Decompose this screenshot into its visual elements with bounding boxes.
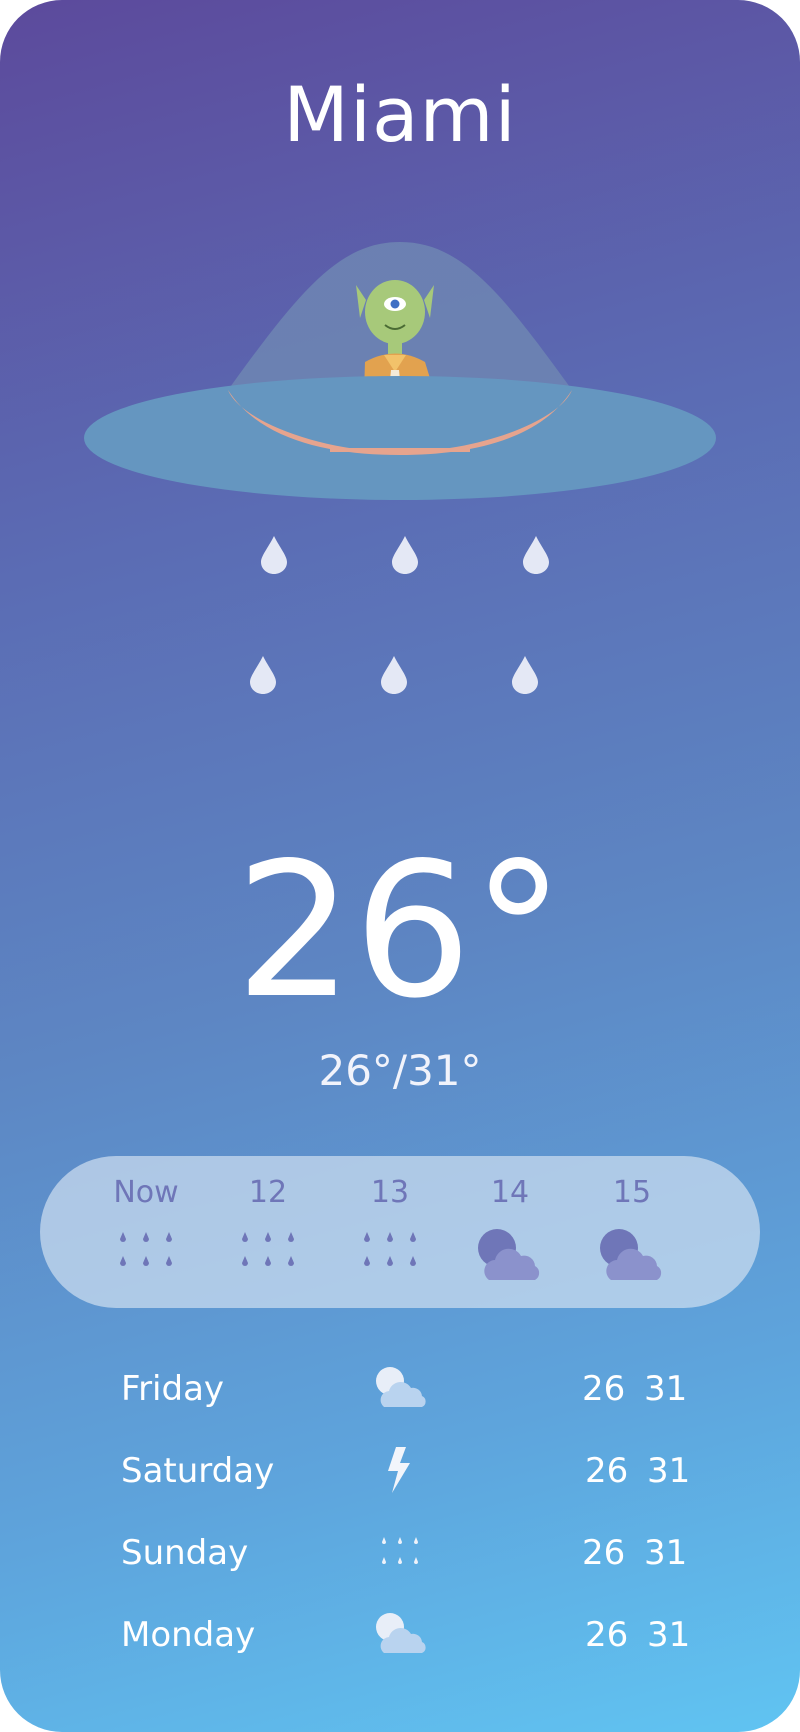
rain-icon [242,1232,294,1266]
day-name: Saturday [121,1451,275,1491]
daily-row[interactable]: Saturday 26 31 [0,1441,800,1501]
hourly-item[interactable]: 15 [582,1178,682,1288]
rain-icon [364,1232,416,1266]
raindrop-icon [250,656,276,694]
hourly-item[interactable]: Now [96,1178,196,1288]
ufo-body [84,376,716,500]
hour-label: 12 [248,1175,288,1210]
raindrop-icon [261,536,287,574]
high-temp: 31 [644,1533,688,1573]
partly-cloudy-icon [376,1367,426,1407]
rain-icon [120,1232,172,1266]
high-temp: 31 [644,1369,688,1409]
hour-label: 15 [612,1175,652,1210]
high-temp: 31 [647,1451,691,1491]
low-temp: 26 [582,1533,626,1573]
hourly-item[interactable]: 14 [460,1178,560,1288]
daily-row[interactable]: Sunday 26 31 [0,1523,800,1583]
city-name: Miami [283,70,517,159]
raindrop-icon [523,536,549,574]
hour-label: 14 [490,1175,530,1210]
daily-row[interactable]: Monday 26 31 [0,1605,800,1665]
hourly-item[interactable]: 13 [340,1178,440,1288]
raindrop-icon [392,536,418,574]
hour-label: 13 [370,1175,410,1210]
weather-card: Miami 26° 26°/31° Now 12 13 14 15 Friday… [0,0,800,1732]
raindrop-icon [381,656,407,694]
day-name: Sunday [121,1533,249,1573]
hourly-item[interactable]: 12 [218,1178,318,1288]
current-temperature: 26° [235,822,565,1039]
hour-label: Now [113,1175,179,1210]
low-temp: 26 [585,1451,629,1491]
high-temp: 31 [647,1615,691,1655]
day-name: Friday [121,1369,225,1409]
low-temp: 26 [582,1369,626,1409]
hourly-forecast[interactable]: Now 12 13 14 15 [40,1156,760,1308]
temperature-range: 26°/31° [318,1046,482,1095]
partly-cloudy-night-icon [600,1229,662,1280]
partly-cloudy-icon [376,1613,426,1653]
low-temp: 26 [585,1615,629,1655]
daily-row[interactable]: Friday 26 31 [0,1359,800,1419]
drizzle-icon [382,1537,418,1564]
partly-cloudy-night-icon [478,1229,540,1280]
raindrop-icon [512,656,538,694]
day-name: Monday [121,1615,256,1655]
ufo-alien-illustration [84,242,716,694]
raindrops [250,536,549,694]
lightning-icon [388,1447,410,1493]
